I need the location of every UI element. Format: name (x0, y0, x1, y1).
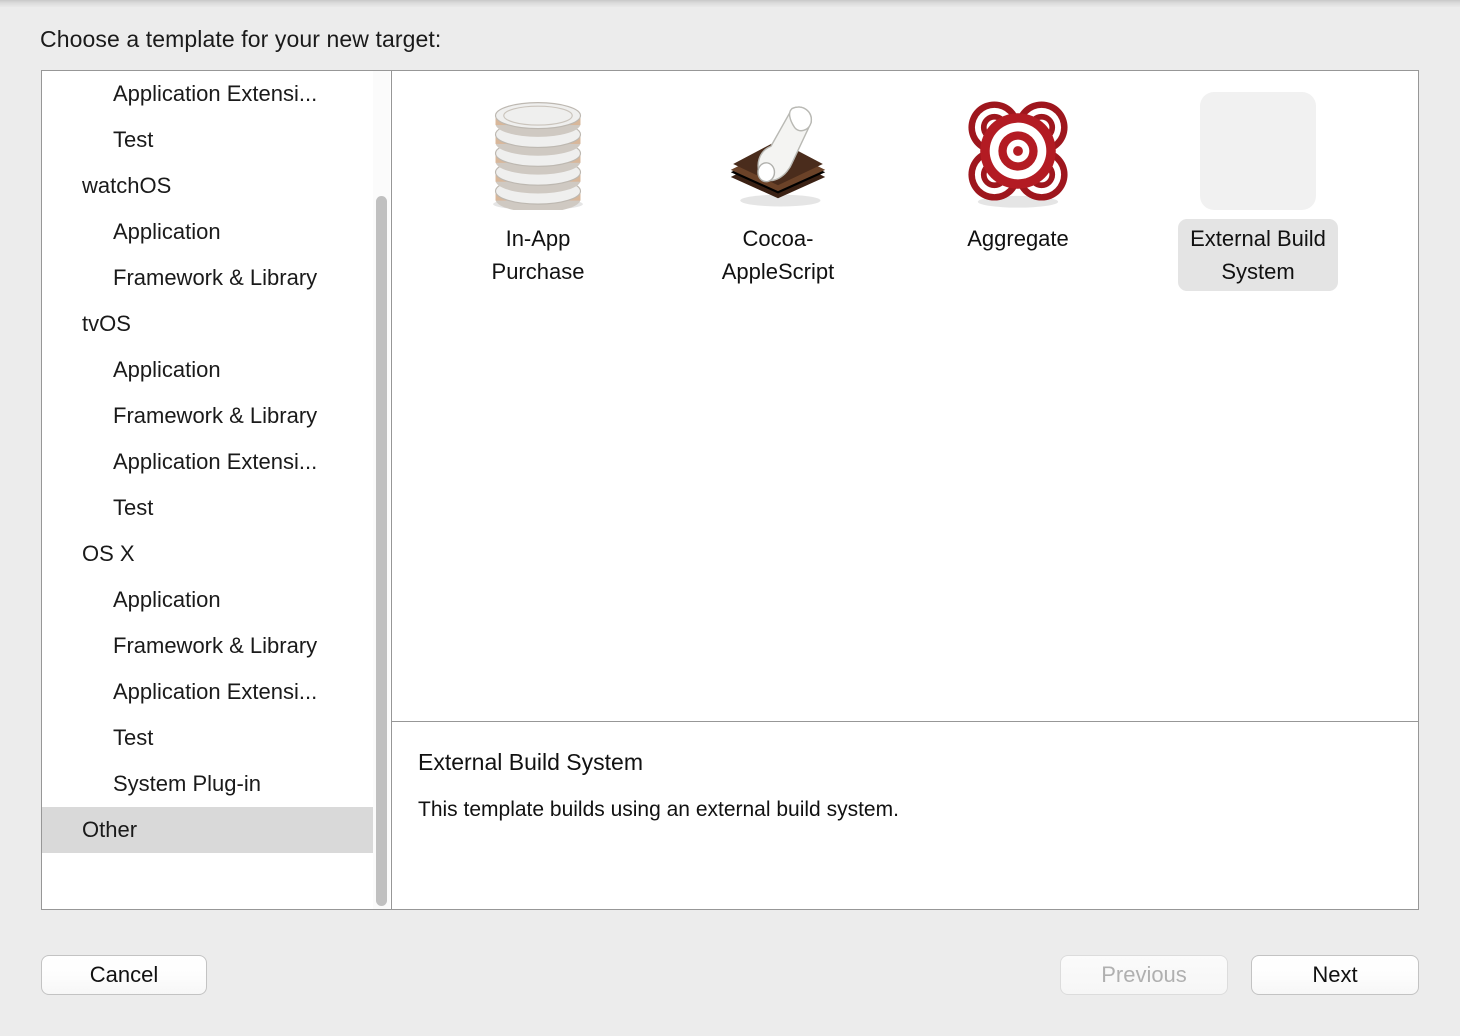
sidebar-item-application[interactable]: Application (42, 209, 374, 255)
sidebar-item-label: Test (113, 127, 154, 152)
sidebar-item-application-extensi[interactable]: Application Extensi... (42, 71, 374, 117)
template-cell-cocoa-applescript[interactable]: Cocoa- AppleScript (658, 91, 898, 306)
sidebar-item-label: Application Extensi... (113, 679, 318, 704)
sidebar-item-system-plug-in[interactable]: System Plug-in (42, 761, 374, 807)
sidebar-item-label: watchOS (82, 173, 172, 198)
sidebar-item-test[interactable]: Test (42, 715, 374, 761)
sidebar-item-label: tvOS (82, 311, 131, 336)
description-title: External Build System (418, 749, 643, 775)
template-content-area: In-App Purchase Cocoa- AppleScript Aggregate… (392, 71, 1418, 909)
sidebar-item-tvos[interactable]: tvOS (42, 301, 374, 347)
sidebar-item-test[interactable]: Test (42, 485, 374, 531)
template-label: External Build System (1178, 219, 1338, 291)
page-title: Choose a template for your new target: (40, 26, 442, 52)
sidebar-item-label: Other (82, 817, 138, 842)
sidebar-item-application-extensi[interactable]: Application Extensi... (42, 669, 374, 715)
sidebar-scrollbar-track[interactable] (373, 71, 390, 909)
sidebar-item-label: Application (113, 219, 221, 244)
sidebar-item-application[interactable]: Application (42, 577, 374, 623)
sidebar-item-label: Framework & Library (113, 403, 318, 428)
sidebar-item-test[interactable]: Test (42, 117, 374, 163)
sidebar-item-framework-library[interactable]: Framework & Library (42, 393, 374, 439)
sidebar-item-label: Framework & Library (113, 633, 318, 658)
sidebar-item-label: Application Extensi... (113, 81, 318, 106)
sidebar-item-label: Application (113, 587, 221, 612)
sidebar-item-other[interactable]: Other (42, 807, 374, 853)
blank-placeholder-icon (1200, 92, 1316, 210)
template-grid: In-App Purchase Cocoa- AppleScript Aggregate… (392, 71, 1418, 721)
sidebar-list: Application Extensi... Test watchOS Applica… (42, 71, 374, 853)
sidebar-item-label: Application (113, 357, 221, 382)
template-label: Cocoa- AppleScript (721, 226, 835, 284)
template-description-pane: External Build System This template buil… (392, 721, 1418, 909)
cancel-button[interactable]: Cancel (41, 955, 207, 995)
sidebar-item-label: Test (113, 495, 154, 520)
sidebar-item-label: OS X (82, 541, 135, 566)
aggregate-target-icon-container (954, 91, 1082, 211)
next-button[interactable]: Next (1251, 955, 1419, 995)
sidebar-item-framework-library[interactable]: Framework & Library (42, 255, 374, 301)
sidebar-item-framework-library[interactable]: Framework & Library (42, 623, 374, 669)
window-chrome-strip (0, 0, 1460, 7)
sidebar-item-application-extensi[interactable]: Application Extensi... (42, 439, 374, 485)
applescript-scroll-icon (730, 106, 826, 207)
aggregate-target-icon (968, 101, 1068, 208)
sidebar-item-label: Test (113, 725, 154, 750)
template-chooser-panel: Application Extensi... Test watchOS Applica… (41, 70, 1419, 910)
applescript-scroll-icon-container (714, 91, 842, 211)
sidebar-item-label: Application Extensi... (113, 449, 318, 474)
sidebar-item-application[interactable]: Application (42, 347, 374, 393)
template-cell-in-app-purchase[interactable]: In-App Purchase (418, 91, 658, 306)
description-body: This template builds using an external b… (418, 798, 899, 821)
coin-stack-icon (493, 102, 583, 210)
coin-stack-icon-container (474, 91, 602, 211)
template-label: In-App Purchase (491, 226, 585, 284)
sidebar-item-label: System Plug-in (113, 771, 261, 796)
template-cell-aggregate[interactable]: Aggregate (898, 91, 1138, 306)
template-label: Aggregate (967, 226, 1069, 251)
previous-button[interactable]: Previous (1060, 955, 1228, 995)
sidebar-scrollbar-thumb[interactable] (376, 196, 387, 906)
sidebar-item-watchos[interactable]: watchOS (42, 163, 374, 209)
blank-placeholder-icon-container (1194, 91, 1322, 211)
sidebar-item-label: Framework & Library (113, 265, 318, 290)
sidebar-item-os-x[interactable]: OS X (42, 531, 374, 577)
template-cell-external-build-system[interactable]: External Build System (1138, 91, 1378, 306)
platform-category-sidebar[interactable]: Application Extensi... Test watchOS Applica… (42, 71, 392, 909)
